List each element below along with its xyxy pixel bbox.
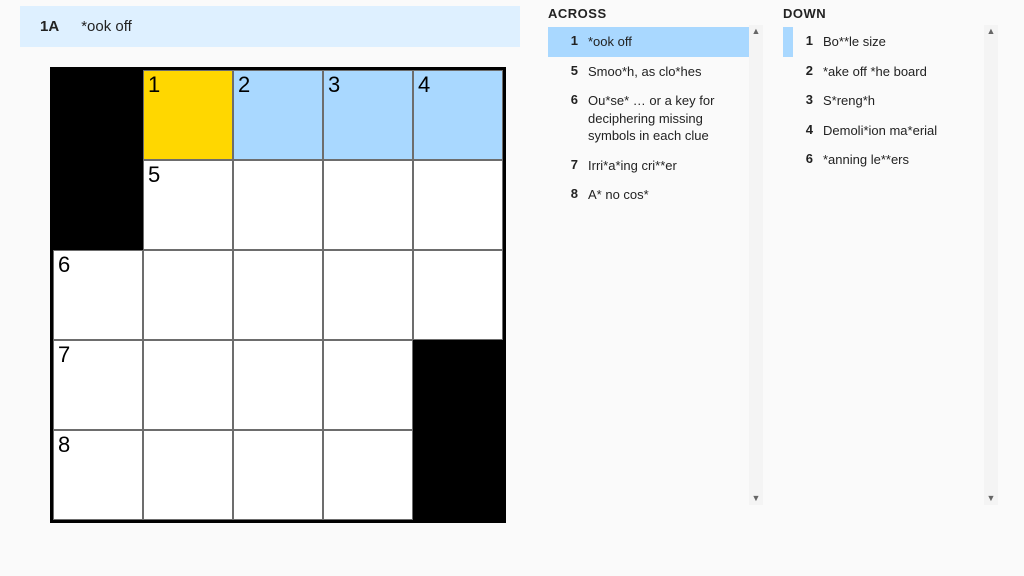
cell-number: 5 bbox=[148, 162, 160, 188]
grid-cell[interactable] bbox=[233, 340, 323, 430]
clue-text: Irri*a*ing cri**er bbox=[588, 157, 751, 175]
clue-number: 1 bbox=[558, 33, 578, 51]
scroll-down-icon[interactable]: ▼ bbox=[987, 494, 996, 503]
grid-cell[interactable] bbox=[323, 340, 413, 430]
left-pane: 1A *ook off 1 2 3 4 5 6 7 8 bbox=[20, 6, 520, 523]
grid-cell-black bbox=[53, 160, 143, 250]
clue-lists: ACROSS 1*ook off5Smoo*h, as clo*hes6Ou*s… bbox=[548, 6, 1004, 505]
scrollbar[interactable]: ▲ ▼ bbox=[984, 25, 998, 505]
current-clue-text: *ook off bbox=[81, 18, 132, 35]
clue-text: Demoli*ion ma*erial bbox=[823, 122, 986, 140]
grid-cell[interactable]: 2 bbox=[233, 70, 323, 160]
scrollbar[interactable]: ▲ ▼ bbox=[749, 25, 763, 505]
across-heading: ACROSS bbox=[548, 6, 763, 21]
clue-number: 1 bbox=[793, 33, 813, 51]
clue-item[interactable]: 7 Irri*a*ing cri**er bbox=[548, 151, 757, 181]
across-list: ACROSS 1 *ook off 5 Smoo*h, as clo*hes 6Ou*s… bbox=[548, 6, 763, 505]
app-root: 1A *ook off 1 2 3 4 5 6 7 8 ACROSS 1 *ook off 5 Sm… bbox=[0, 0, 1024, 543]
down-list: DOWN 1 Bo**le size 2 *ake off *he board 3 S*r… bbox=[783, 6, 998, 505]
grid-cell[interactable]: 1 bbox=[143, 70, 233, 160]
down-scroll: 1 Bo**le size 2 *ake off *he board 3 S*reng*h… bbox=[783, 25, 998, 505]
clue-item[interactable]: 5 Smoo*h, as clo*hes bbox=[548, 57, 757, 87]
clue-number: 2 bbox=[793, 63, 813, 81]
clue-text: Ou*se* … or a key for deciphering missin… bbox=[588, 92, 751, 145]
grid-cell[interactable] bbox=[323, 430, 413, 520]
grid-cell[interactable] bbox=[143, 250, 233, 340]
clue-number: 6 bbox=[793, 151, 813, 169]
current-clue-label: 1A bbox=[40, 18, 59, 35]
cell-number: 8 bbox=[58, 432, 70, 458]
grid-cell[interactable]: 4 bbox=[413, 70, 503, 160]
clue-number: 6 bbox=[558, 92, 578, 145]
grid-cell-black bbox=[413, 430, 503, 520]
clue-number: 8 bbox=[558, 186, 578, 204]
grid-cell[interactable] bbox=[413, 160, 503, 250]
clue-text: *ake off *he board bbox=[823, 63, 986, 81]
grid-cell[interactable] bbox=[233, 160, 323, 250]
clue-item[interactable]: 1 *ook off bbox=[548, 27, 757, 57]
clue-text: *ook off bbox=[588, 33, 751, 51]
grid-cell[interactable]: 5 bbox=[143, 160, 233, 250]
clue-text: Smoo*h, as clo*hes bbox=[588, 63, 751, 81]
scroll-up-icon[interactable]: ▲ bbox=[987, 27, 996, 36]
clue-item[interactable]: 2 *ake off *he board bbox=[783, 57, 992, 87]
grid-cell[interactable] bbox=[233, 250, 323, 340]
grid-cell[interactable]: 7 bbox=[53, 340, 143, 430]
across-scroll: 1 *ook off 5 Smoo*h, as clo*hes 6Ou*se* … or… bbox=[548, 25, 763, 505]
cell-number: 2 bbox=[238, 72, 250, 98]
clue-item[interactable]: 4 Demoli*ion ma*erial bbox=[783, 116, 992, 146]
grid-cell[interactable] bbox=[143, 430, 233, 520]
grid-cell[interactable] bbox=[143, 340, 233, 430]
grid-cell-black bbox=[413, 340, 503, 430]
clue-text: S*reng*h bbox=[823, 92, 986, 110]
grid-row: 7 bbox=[53, 340, 503, 430]
clue-number: 7 bbox=[558, 157, 578, 175]
clue-number: 4 bbox=[793, 122, 813, 140]
grid-row: 8 bbox=[53, 430, 503, 520]
grid-cell[interactable]: 3 bbox=[323, 70, 413, 160]
clue-item[interactable]: 8 A* no cos* bbox=[548, 180, 757, 210]
clue-item[interactable]: 6 *anning le**ers bbox=[783, 145, 992, 175]
clue-text: Bo**le size bbox=[823, 33, 986, 51]
cell-number: 4 bbox=[418, 72, 430, 98]
grid-cell-black bbox=[53, 70, 143, 160]
clue-item[interactable]: 1 Bo**le size bbox=[783, 27, 992, 57]
clue-number: 3 bbox=[793, 92, 813, 110]
cell-number: 3 bbox=[328, 72, 340, 98]
grid-row: 5 bbox=[53, 160, 503, 250]
grid-cell[interactable] bbox=[233, 430, 323, 520]
grid-cell[interactable]: 6 bbox=[53, 250, 143, 340]
scroll-down-icon[interactable]: ▼ bbox=[752, 494, 761, 503]
clue-item[interactable]: 6Ou*se* … or a key for deciphering missi… bbox=[548, 86, 757, 151]
grid-row: 6 bbox=[53, 250, 503, 340]
grid-cell[interactable] bbox=[323, 250, 413, 340]
clue-number: 5 bbox=[558, 63, 578, 81]
down-heading: DOWN bbox=[783, 6, 998, 21]
grid-cell[interactable] bbox=[323, 160, 413, 250]
grid-cell[interactable] bbox=[413, 250, 503, 340]
grid-row: 1 2 3 4 bbox=[53, 70, 503, 160]
cell-number: 7 bbox=[58, 342, 70, 368]
scroll-up-icon[interactable]: ▲ bbox=[752, 27, 761, 36]
crossword-grid: 1 2 3 4 5 6 7 8 bbox=[50, 67, 506, 523]
clue-text: *anning le**ers bbox=[823, 151, 986, 169]
grid-cell[interactable]: 8 bbox=[53, 430, 143, 520]
clue-text: A* no cos* bbox=[588, 186, 751, 204]
cell-number: 1 bbox=[148, 72, 160, 98]
current-clue-bar[interactable]: 1A *ook off bbox=[20, 6, 520, 47]
cell-number: 6 bbox=[58, 252, 70, 278]
clue-item[interactable]: 3 S*reng*h bbox=[783, 86, 992, 116]
